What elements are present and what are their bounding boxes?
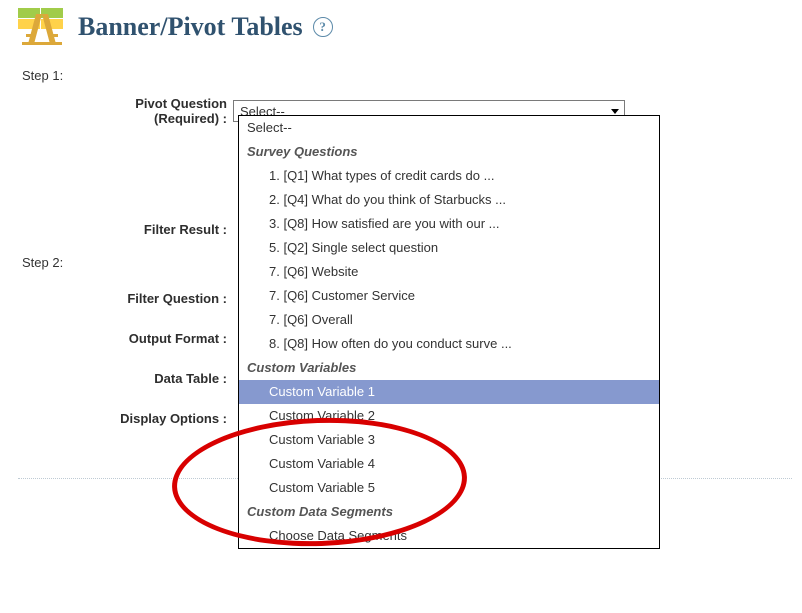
pivot-form: Step 1: Pivot Question (Required) : Sele… bbox=[18, 68, 792, 479]
dropdown-opt-0-6[interactable]: 7. [Q6] Overall bbox=[239, 308, 659, 332]
dropdown-opt-1-4[interactable]: Custom Variable 5 bbox=[239, 476, 659, 500]
dropdown-opt-0-4[interactable]: 7. [Q6] Website bbox=[239, 260, 659, 284]
dropdown-opt-0-3[interactable]: 5. [Q2] Single select question bbox=[239, 236, 659, 260]
dropdown-opt-1-2[interactable]: Custom Variable 3 bbox=[239, 428, 659, 452]
dropdown-group-0: Survey Questions bbox=[239, 140, 659, 164]
dropdown-opt-0-0[interactable]: 1. [Q1] What types of credit cards do ..… bbox=[239, 164, 659, 188]
dropdown-opt-2-0[interactable]: Choose Data Segments bbox=[239, 524, 659, 548]
label-data-table: Data Table : bbox=[18, 371, 233, 386]
dropdown-opt-0-1[interactable]: 2. [Q4] What do you think of Starbucks .… bbox=[239, 188, 659, 212]
label-filter-question: Filter Question : bbox=[18, 291, 233, 306]
banner-pivot-icon bbox=[18, 8, 66, 46]
page-header: Banner/Pivot Tables ? bbox=[18, 8, 792, 46]
dropdown-group-2: Custom Data Segments bbox=[239, 500, 659, 524]
label-filter-result: Filter Result : bbox=[18, 222, 233, 237]
dropdown-opt-1-3[interactable]: Custom Variable 4 bbox=[239, 452, 659, 476]
page-title: Banner/Pivot Tables bbox=[78, 12, 303, 42]
step1-label: Step 1: bbox=[22, 68, 792, 83]
label-display-options: Display Options : bbox=[18, 411, 233, 426]
dropdown-group-1: Custom Variables bbox=[239, 356, 659, 380]
label-pivot-question: Pivot Question (Required) : bbox=[18, 96, 233, 126]
dropdown-opt-1-1[interactable]: Custom Variable 2 bbox=[239, 404, 659, 428]
label-output-format: Output Format : bbox=[18, 331, 233, 346]
pivot-question-dropdown[interactable]: Select--Survey Questions1. [Q1] What typ… bbox=[238, 115, 660, 549]
help-icon[interactable]: ? bbox=[313, 17, 333, 37]
dropdown-opt-select[interactable]: Select-- bbox=[239, 116, 659, 140]
dropdown-opt-1-0[interactable]: Custom Variable 1 bbox=[239, 380, 659, 404]
dropdown-opt-0-7[interactable]: 8. [Q8] How often do you conduct surve .… bbox=[239, 332, 659, 356]
dropdown-opt-0-2[interactable]: 3. [Q8] How satisfied are you with our .… bbox=[239, 212, 659, 236]
dropdown-opt-0-5[interactable]: 7. [Q6] Customer Service bbox=[239, 284, 659, 308]
